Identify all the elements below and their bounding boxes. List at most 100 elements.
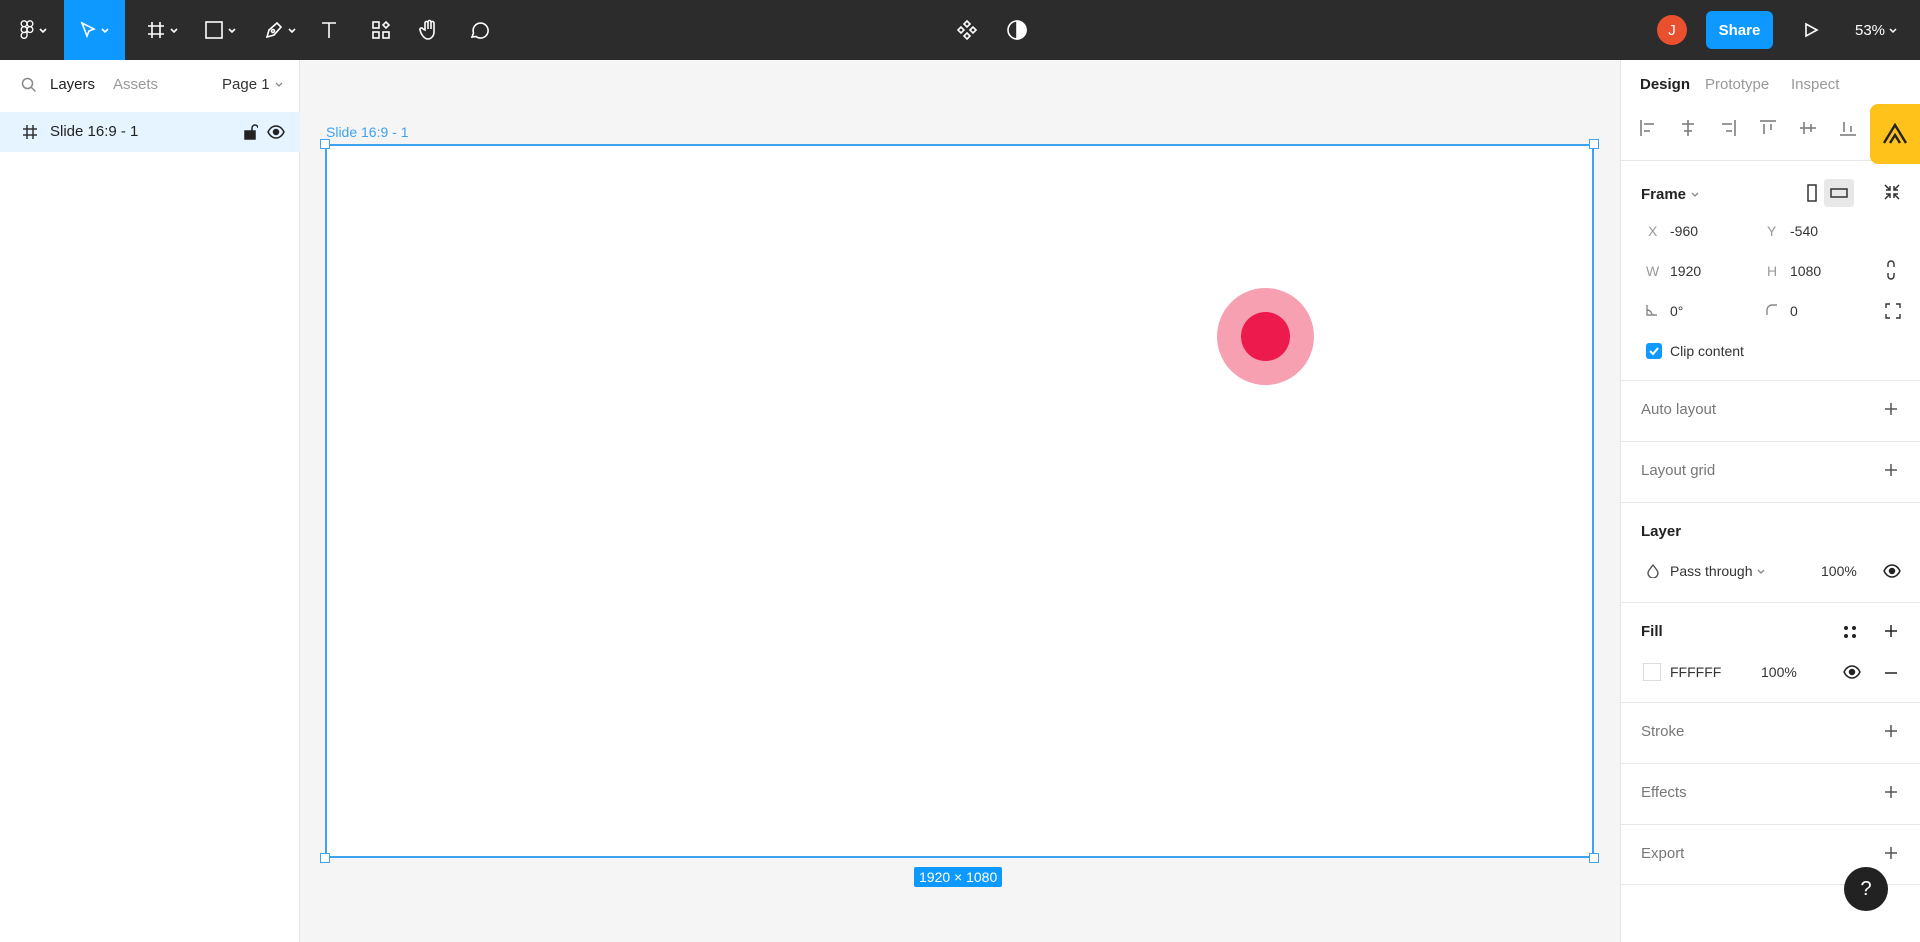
layer-opacity-input[interactable]: 100% bbox=[1821, 563, 1857, 579]
search-icon[interactable] bbox=[21, 77, 37, 93]
play-icon bbox=[1805, 22, 1819, 38]
pen-icon bbox=[265, 21, 282, 39]
add-layout-grid-button[interactable] bbox=[1883, 462, 1899, 478]
minus-icon[interactable] bbox=[1883, 665, 1899, 681]
frame-type-selector[interactable]: Frame bbox=[1641, 186, 1700, 203]
component-diamond-icon bbox=[956, 19, 978, 41]
fill-hex-input[interactable]: FFFFFF bbox=[1670, 664, 1721, 680]
page-selector[interactable]: Page 1 bbox=[222, 76, 284, 93]
tab-inspect[interactable]: Inspect bbox=[1791, 76, 1839, 93]
help-button[interactable]: ? bbox=[1844, 867, 1888, 911]
corner-radius-input[interactable]: 0 bbox=[1790, 303, 1798, 319]
frame-tool[interactable] bbox=[140, 0, 184, 60]
share-button[interactable]: Share bbox=[1706, 11, 1773, 49]
add-export-button[interactable] bbox=[1883, 845, 1899, 861]
eye-icon[interactable] bbox=[1883, 564, 1901, 578]
independent-corners-icon[interactable] bbox=[1885, 303, 1901, 319]
blend-mode-value: Pass through bbox=[1670, 563, 1753, 579]
left-panel-tabs: Layers Assets Page 1 bbox=[0, 60, 299, 110]
layout-grid-section: Layout grid bbox=[1621, 441, 1920, 502]
chevron-down-icon bbox=[1889, 28, 1897, 34]
resize-handle-top-right[interactable] bbox=[1589, 139, 1599, 149]
w-label: W bbox=[1646, 263, 1660, 279]
clip-content-checkbox[interactable] bbox=[1646, 343, 1662, 359]
frame-title: Frame bbox=[1641, 186, 1687, 203]
resize-to-fit-icon[interactable] bbox=[1883, 183, 1901, 201]
text-icon bbox=[322, 22, 336, 38]
plus-icon bbox=[1885, 625, 1897, 637]
portrait-icon[interactable] bbox=[1805, 183, 1819, 203]
fill-color-swatch[interactable] bbox=[1643, 663, 1661, 681]
chevron-down-icon bbox=[101, 28, 109, 34]
x-label: X bbox=[1648, 223, 1658, 239]
text-tool[interactable] bbox=[314, 0, 344, 60]
eye-icon[interactable] bbox=[267, 124, 285, 140]
constrain-proportions-icon[interactable] bbox=[1885, 260, 1897, 280]
layer-row[interactable]: Slide 16:9 - 1 bbox=[0, 112, 300, 152]
theme-toggle-button[interactable] bbox=[1002, 0, 1032, 60]
x-input[interactable]: -960 bbox=[1670, 223, 1698, 239]
slide-frame[interactable] bbox=[325, 144, 1594, 858]
plus-icon bbox=[1885, 847, 1897, 859]
resize-handle-bottom-right[interactable] bbox=[1589, 853, 1599, 863]
rotation-icon bbox=[1646, 305, 1657, 316]
landscape-toggle[interactable] bbox=[1824, 179, 1854, 207]
avatar[interactable]: J bbox=[1657, 15, 1687, 45]
frame-label[interactable]: Slide 16:9 - 1 bbox=[326, 124, 409, 140]
y-label: Y bbox=[1767, 223, 1777, 239]
height-input[interactable]: 1080 bbox=[1790, 263, 1821, 279]
present-button[interactable] bbox=[1796, 0, 1826, 60]
hand-tool[interactable] bbox=[414, 0, 444, 60]
width-input[interactable]: 1920 bbox=[1670, 263, 1701, 279]
auto-layout-section: Auto layout bbox=[1621, 380, 1920, 441]
zoom-menu[interactable]: 53% bbox=[1855, 0, 1898, 60]
main-menu-button[interactable] bbox=[12, 0, 54, 60]
clip-content-label: Clip content bbox=[1670, 343, 1744, 359]
chevron-down-icon bbox=[1757, 569, 1765, 574]
align-bottom-icon[interactable] bbox=[1838, 118, 1858, 138]
cursor-highlight-inner bbox=[1241, 312, 1290, 361]
unlock-icon[interactable] bbox=[244, 124, 258, 140]
canvas[interactable]: Slide 16:9 - 1 1920 × 1080 bbox=[300, 60, 1620, 942]
comment-tool[interactable] bbox=[464, 0, 494, 60]
chevron-down-icon bbox=[169, 28, 178, 34]
h-label: H bbox=[1767, 263, 1778, 279]
plugin-tab[interactable] bbox=[1870, 104, 1920, 164]
align-top-icon[interactable] bbox=[1758, 118, 1778, 138]
y-input[interactable]: -540 bbox=[1790, 223, 1818, 239]
tab-layers[interactable]: Layers bbox=[50, 76, 95, 93]
effects-title: Effects bbox=[1641, 784, 1687, 801]
component-button[interactable] bbox=[952, 0, 982, 60]
add-stroke-button[interactable] bbox=[1883, 723, 1899, 739]
align-left-icon[interactable] bbox=[1638, 118, 1658, 138]
tab-assets[interactable]: Assets bbox=[113, 76, 158, 93]
layer-section: Layer Pass through 100% bbox=[1621, 502, 1920, 602]
add-effect-button[interactable] bbox=[1883, 784, 1899, 800]
shape-tool[interactable] bbox=[198, 0, 242, 60]
figma-logo-icon bbox=[19, 20, 33, 39]
blend-mode-select[interactable]: Pass through bbox=[1670, 563, 1766, 579]
rotation-input[interactable]: 0° bbox=[1670, 303, 1683, 319]
zoom-level: 53% bbox=[1855, 21, 1886, 39]
align-horizontal-center-icon[interactable] bbox=[1678, 118, 1698, 138]
resize-handle-top-left[interactable] bbox=[320, 139, 330, 149]
resources-tool[interactable] bbox=[366, 0, 396, 60]
resize-handle-bottom-left[interactable] bbox=[320, 853, 330, 863]
styles-grid-icon[interactable] bbox=[1843, 625, 1857, 639]
tab-design[interactable]: Design bbox=[1640, 76, 1690, 93]
move-tool[interactable] bbox=[64, 0, 125, 60]
fill-title: Fill bbox=[1641, 623, 1663, 640]
tab-prototype[interactable]: Prototype bbox=[1705, 76, 1769, 93]
align-right-icon[interactable] bbox=[1718, 118, 1738, 138]
blend-mode-icon bbox=[1647, 564, 1659, 578]
fill-opacity-input[interactable]: 100% bbox=[1761, 664, 1797, 680]
pen-tool[interactable] bbox=[258, 0, 302, 60]
align-vertical-center-icon[interactable] bbox=[1798, 118, 1818, 138]
plus-icon bbox=[1885, 403, 1897, 415]
checkmark-icon bbox=[1649, 347, 1659, 356]
eye-icon[interactable] bbox=[1843, 665, 1861, 679]
toolbar: J Share 53% bbox=[0, 0, 1920, 60]
contrast-icon bbox=[1007, 20, 1027, 40]
add-fill-button[interactable] bbox=[1883, 623, 1899, 639]
add-auto-layout-button[interactable] bbox=[1883, 401, 1899, 417]
